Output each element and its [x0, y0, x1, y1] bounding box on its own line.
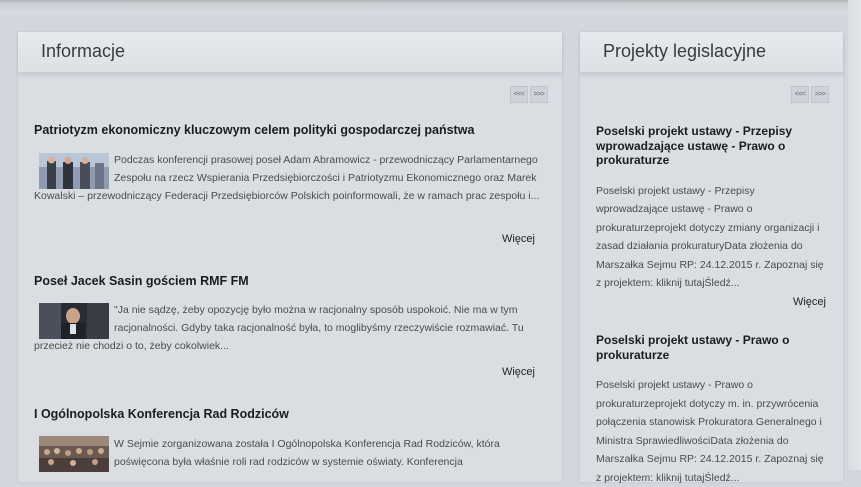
projects-next-button[interactable]: >>>: [811, 86, 829, 103]
news-article-excerpt: Podczas konferencji prasowej poseł Adam …: [34, 154, 540, 202]
projects-panel-header: Projekty legislacyjne: [580, 32, 843, 73]
project-excerpt: Poselski projekt ustawy - Przepisy wprow…: [596, 184, 824, 290]
top-bar: [0, 0, 861, 18]
news-article-title[interactable]: Patriotyzm ekonomiczny kluczowym celem p…: [34, 123, 474, 137]
project-title[interactable]: Poselski projekt ustawy - Przepisy wprow…: [596, 124, 828, 168]
news-panel-header: Informacje: [18, 32, 562, 73]
news-article-title[interactable]: I Ogólnopolska Konferencja Rad Rodziców: [34, 407, 289, 421]
project-title[interactable]: Poselski projekt ustawy - Prawo o prokur…: [596, 333, 828, 362]
news-article-title[interactable]: Poseł Jacek Sasin gościem RMF FM: [34, 274, 249, 288]
news-article-excerpt: "Ja nie sądzę, żeby opozycję było można …: [34, 304, 524, 352]
project-item: Poselski projekt ustawy - Przepisy wprow…: [596, 124, 828, 324]
projects-pagination: <<< >>>: [791, 86, 829, 103]
read-more-link[interactable]: Więcej: [502, 233, 535, 245]
read-more-link[interactable]: Więcej: [793, 296, 826, 308]
projects-panel-title: Projekty legislacyjne: [603, 41, 767, 61]
news-next-button[interactable]: >>>: [530, 86, 548, 103]
legislative-projects-panel: Projekty legislacyjne <<< >>> Poselski p…: [580, 32, 843, 484]
projects-prev-button[interactable]: <<<: [791, 86, 809, 103]
project-excerpt: Poselski projekt ustawy - Prawo o prokur…: [596, 379, 824, 484]
news-panel: Informacje <<< >>> Patriotyzm ekonomiczn…: [18, 32, 562, 482]
read-more-link[interactable]: Więcej: [502, 366, 535, 378]
project-item: Poselski projekt ustawy - Prawo o prokur…: [596, 333, 828, 487]
news-article-excerpt: W Sejmie zorganizowana została I Ogólnop…: [114, 438, 500, 468]
page-edge: [848, 0, 861, 470]
news-prev-button[interactable]: <<<: [510, 86, 528, 103]
news-pagination: <<< >>>: [510, 86, 548, 103]
news-panel-title: Informacje: [41, 41, 126, 61]
